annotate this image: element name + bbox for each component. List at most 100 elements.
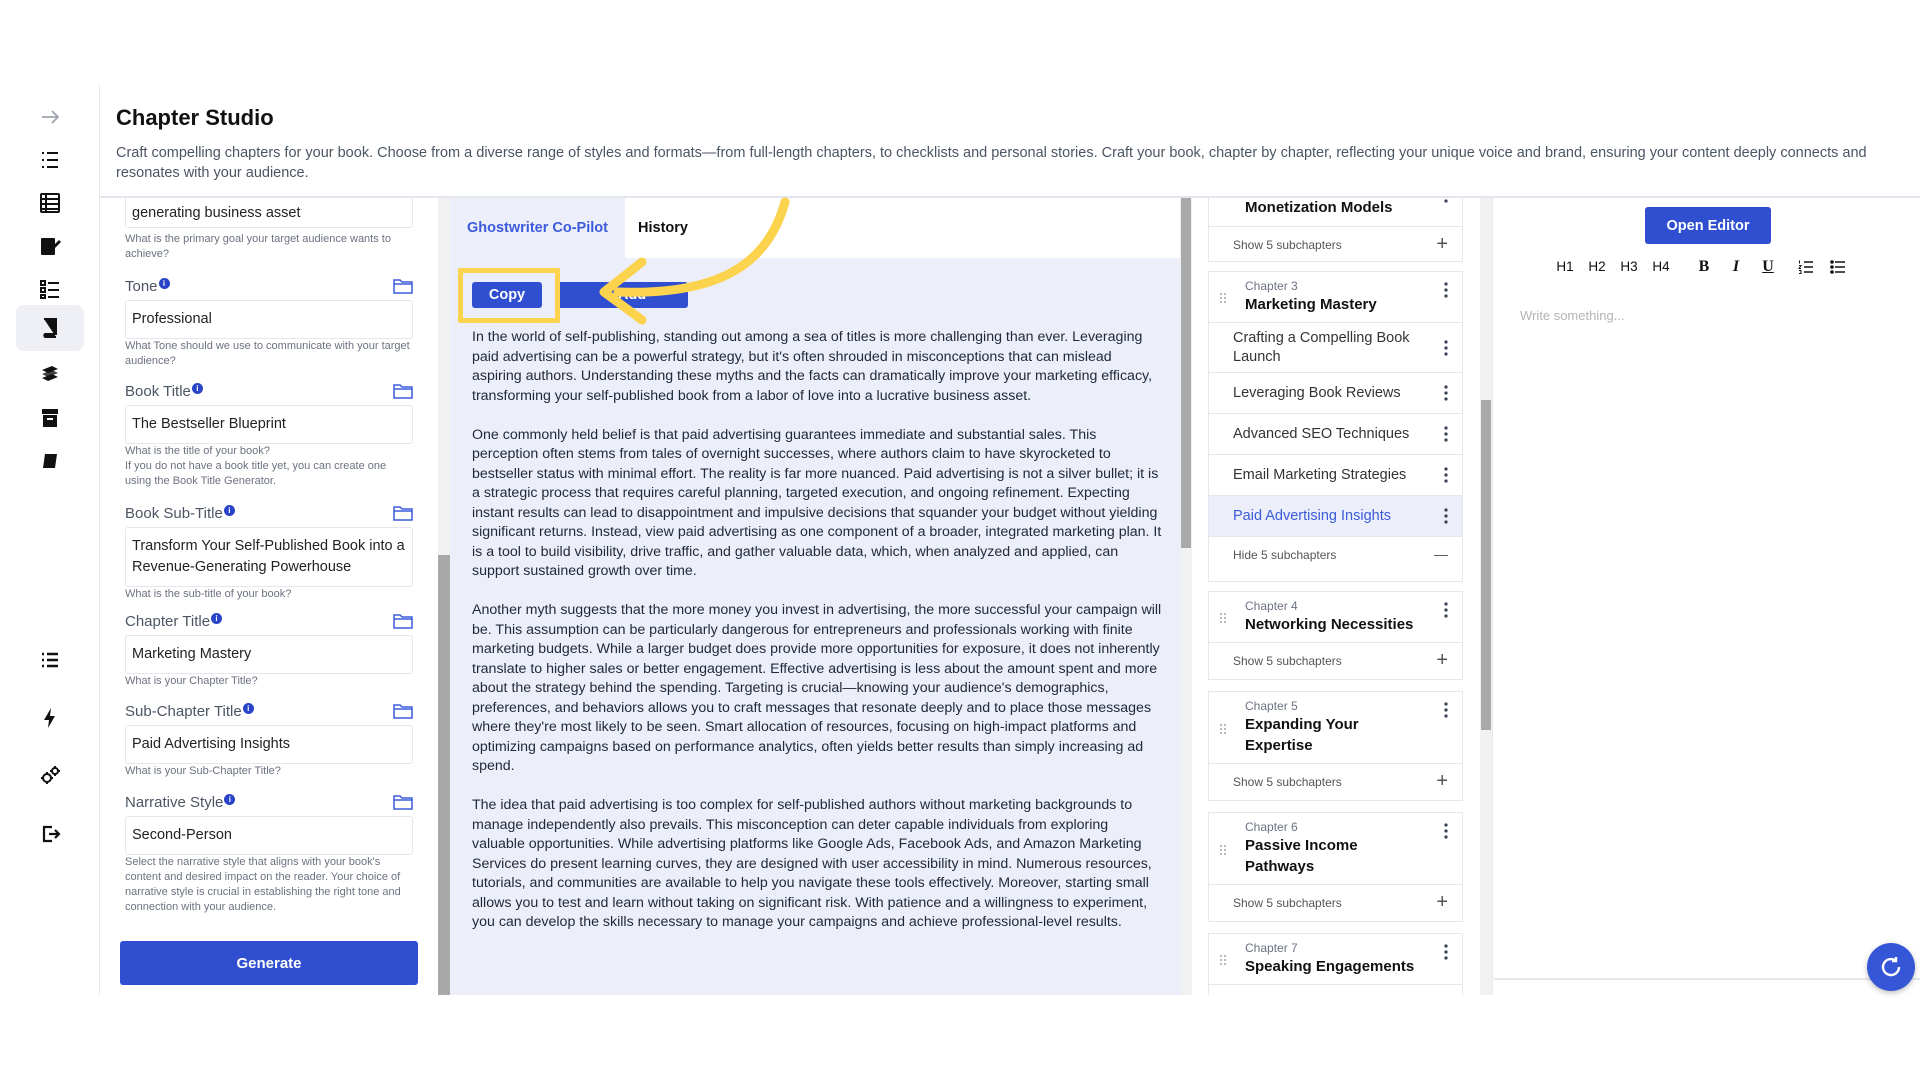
document-grid-icon[interactable]: [30, 183, 70, 223]
info-icon[interactable]: i: [242, 703, 254, 714]
toggle-subchapters[interactable]: Show 5 subchapters +: [1209, 885, 1462, 921]
arrow-right-icon[interactable]: [30, 97, 70, 137]
heading-3-button[interactable]: H3: [1616, 256, 1642, 278]
page-description: Craft compelling chapters for your book.…: [116, 145, 1867, 181]
menu-list-icon[interactable]: [30, 640, 70, 680]
heading-1-button[interactable]: H1: [1552, 256, 1578, 278]
drag-handle-icon[interactable]: [1219, 953, 1227, 965]
chapter-card[interactable]: Monetization Models Show 5 subchapters +: [1208, 198, 1463, 262]
more-vertical-icon[interactable]: [1444, 198, 1448, 203]
minus-icon[interactable]: —: [1434, 542, 1448, 566]
checklist-icon[interactable]: [30, 269, 70, 309]
drag-handle-icon[interactable]: [1219, 722, 1227, 734]
outline-list-icon[interactable]: [30, 140, 70, 180]
chapter-card[interactable]: Chapter 4 Networking Necessities Show 5 …: [1208, 591, 1463, 680]
folder-icon[interactable]: [393, 703, 413, 719]
bold-button[interactable]: B: [1694, 256, 1714, 278]
more-vertical-icon[interactable]: [1444, 426, 1448, 442]
folder-icon[interactable]: [393, 278, 413, 294]
editor-input[interactable]: Write something...: [1520, 308, 1625, 323]
notebook-icon[interactable]: [30, 441, 70, 481]
heading-2-button[interactable]: H2: [1584, 256, 1610, 278]
logout-icon[interactable]: [30, 814, 70, 854]
more-vertical-icon[interactable]: [1444, 944, 1448, 960]
subchapter-item-active[interactable]: Paid Advertising Insights: [1209, 496, 1462, 537]
folder-icon[interactable]: [393, 794, 413, 810]
generate-button[interactable]: Generate: [120, 941, 418, 985]
plus-icon[interactable]: +: [1436, 890, 1448, 914]
more-vertical-icon[interactable]: [1444, 823, 1448, 839]
more-vertical-icon[interactable]: [1444, 282, 1448, 298]
toggle-subchapters[interactable]: Show 5 subchapters +: [1209, 643, 1462, 679]
tab-ghostwriter-copilot[interactable]: Ghostwriter Co-Pilot: [450, 198, 625, 258]
assistant-fab-icon[interactable]: [1867, 943, 1915, 991]
subchapter-item[interactable]: Advanced SEO Techniques: [1209, 414, 1462, 455]
editor-frame: Open Editor H1 H2 H3 H4 B I U Write some…: [1494, 198, 1920, 980]
drag-handle-icon[interactable]: [1219, 291, 1227, 303]
folder-icon[interactable]: [393, 505, 413, 521]
more-vertical-icon[interactable]: [1444, 467, 1448, 483]
more-vertical-icon[interactable]: [1444, 702, 1448, 718]
subchapter-title-help: What is your Sub-Chapter Title?: [125, 765, 281, 777]
chapter-card[interactable]: Chapter 7 Speaking Engagements: [1208, 933, 1463, 995]
page-header: Chapter Studio Craft compelling chapters…: [100, 85, 1920, 198]
chapter-title: Networking Necessities: [1245, 616, 1414, 633]
book-subtitle-field[interactable]: Transform Your Self-Published Book into …: [125, 527, 413, 587]
books-stack-icon[interactable]: [30, 355, 70, 395]
copy-highlight-box: [458, 268, 560, 323]
toggle-subchapters[interactable]: Show 5 subchapters +: [1209, 764, 1462, 800]
chapter-number: Chapter 5: [1245, 699, 1298, 713]
bullet-list-icon[interactable]: [1828, 256, 1848, 278]
open-editor-button[interactable]: Open Editor: [1645, 207, 1771, 244]
folder-icon[interactable]: [393, 613, 413, 629]
chapter-card[interactable]: Chapter 5 Expanding Your Expertise Show …: [1208, 691, 1463, 801]
tone-help: What Tone should we use to communicate w…: [125, 340, 410, 367]
plus-icon[interactable]: +: [1436, 232, 1448, 256]
chapter-card[interactable]: Chapter 6 Passive Income Pathways Show 5…: [1208, 812, 1463, 922]
italic-button[interactable]: I: [1726, 256, 1746, 278]
tab-history[interactable]: History: [638, 198, 688, 258]
narrative-style-field[interactable]: Second-Person: [125, 816, 413, 855]
heading-4-button[interactable]: H4: [1648, 256, 1674, 278]
plus-icon[interactable]: +: [1436, 648, 1448, 672]
info-icon[interactable]: i: [211, 613, 223, 624]
book-title-field[interactable]: The Bestseller Blueprint: [125, 405, 413, 444]
ordered-list-icon[interactable]: [1796, 256, 1816, 278]
archive-icon[interactable]: [30, 398, 70, 438]
chapter-card[interactable]: Chapter 3 Marketing Mastery Crafting a C…: [1208, 271, 1463, 582]
info-icon[interactable]: i: [223, 505, 235, 516]
narrative-style-label: Narrative Style i: [125, 794, 236, 811]
subchapter-title-field[interactable]: Paid Advertising Insights: [125, 725, 413, 764]
form-scrollbar-thumb[interactable]: [438, 555, 450, 995]
settings-gears-icon[interactable]: [30, 756, 70, 796]
edit-note-icon[interactable]: [30, 226, 70, 266]
info-icon[interactable]: i: [224, 794, 236, 805]
toggle-subchapters[interactable]: Hide 5 subchapters —: [1209, 537, 1462, 573]
more-vertical-icon[interactable]: [1444, 602, 1448, 618]
folder-icon[interactable]: [393, 383, 413, 399]
lightning-icon[interactable]: [30, 698, 70, 738]
more-vertical-icon[interactable]: [1444, 340, 1448, 356]
tone-field[interactable]: Professional: [125, 300, 413, 339]
plus-icon[interactable]: +: [1436, 769, 1448, 793]
drag-handle-icon[interactable]: [1219, 611, 1227, 623]
book-title-label: Book Title i: [125, 383, 203, 400]
underline-button[interactable]: U: [1758, 256, 1778, 278]
subchapter-item[interactable]: Leveraging Book Reviews: [1209, 373, 1462, 414]
chapter-title-label: Chapter Title i: [125, 613, 223, 630]
toggle-subchapters[interactable]: Show 5 subchapters +: [1209, 227, 1462, 263]
book-icon[interactable]: [16, 305, 84, 351]
info-icon[interactable]: i: [158, 278, 170, 289]
info-icon[interactable]: i: [191, 383, 203, 394]
copilot-scrollbar-thumb[interactable]: [1181, 198, 1191, 548]
chapter-list-scrollbar-thumb[interactable]: [1481, 400, 1491, 730]
chapter-title-field[interactable]: Marketing Mastery: [125, 635, 413, 674]
goal-field[interactable]: generating business asset: [125, 198, 413, 228]
more-vertical-icon[interactable]: [1444, 385, 1448, 401]
drag-handle-icon[interactable]: [1219, 843, 1227, 855]
more-vertical-icon[interactable]: [1444, 508, 1448, 524]
subchapter-item[interactable]: Email Marketing Strategies: [1209, 455, 1462, 496]
subchapter-item[interactable]: Crafting a Compelling Book Launch: [1209, 323, 1462, 373]
goal-help: What is the primary goal your target aud…: [125, 233, 391, 260]
add-button[interactable]: + Add: [556, 282, 688, 308]
